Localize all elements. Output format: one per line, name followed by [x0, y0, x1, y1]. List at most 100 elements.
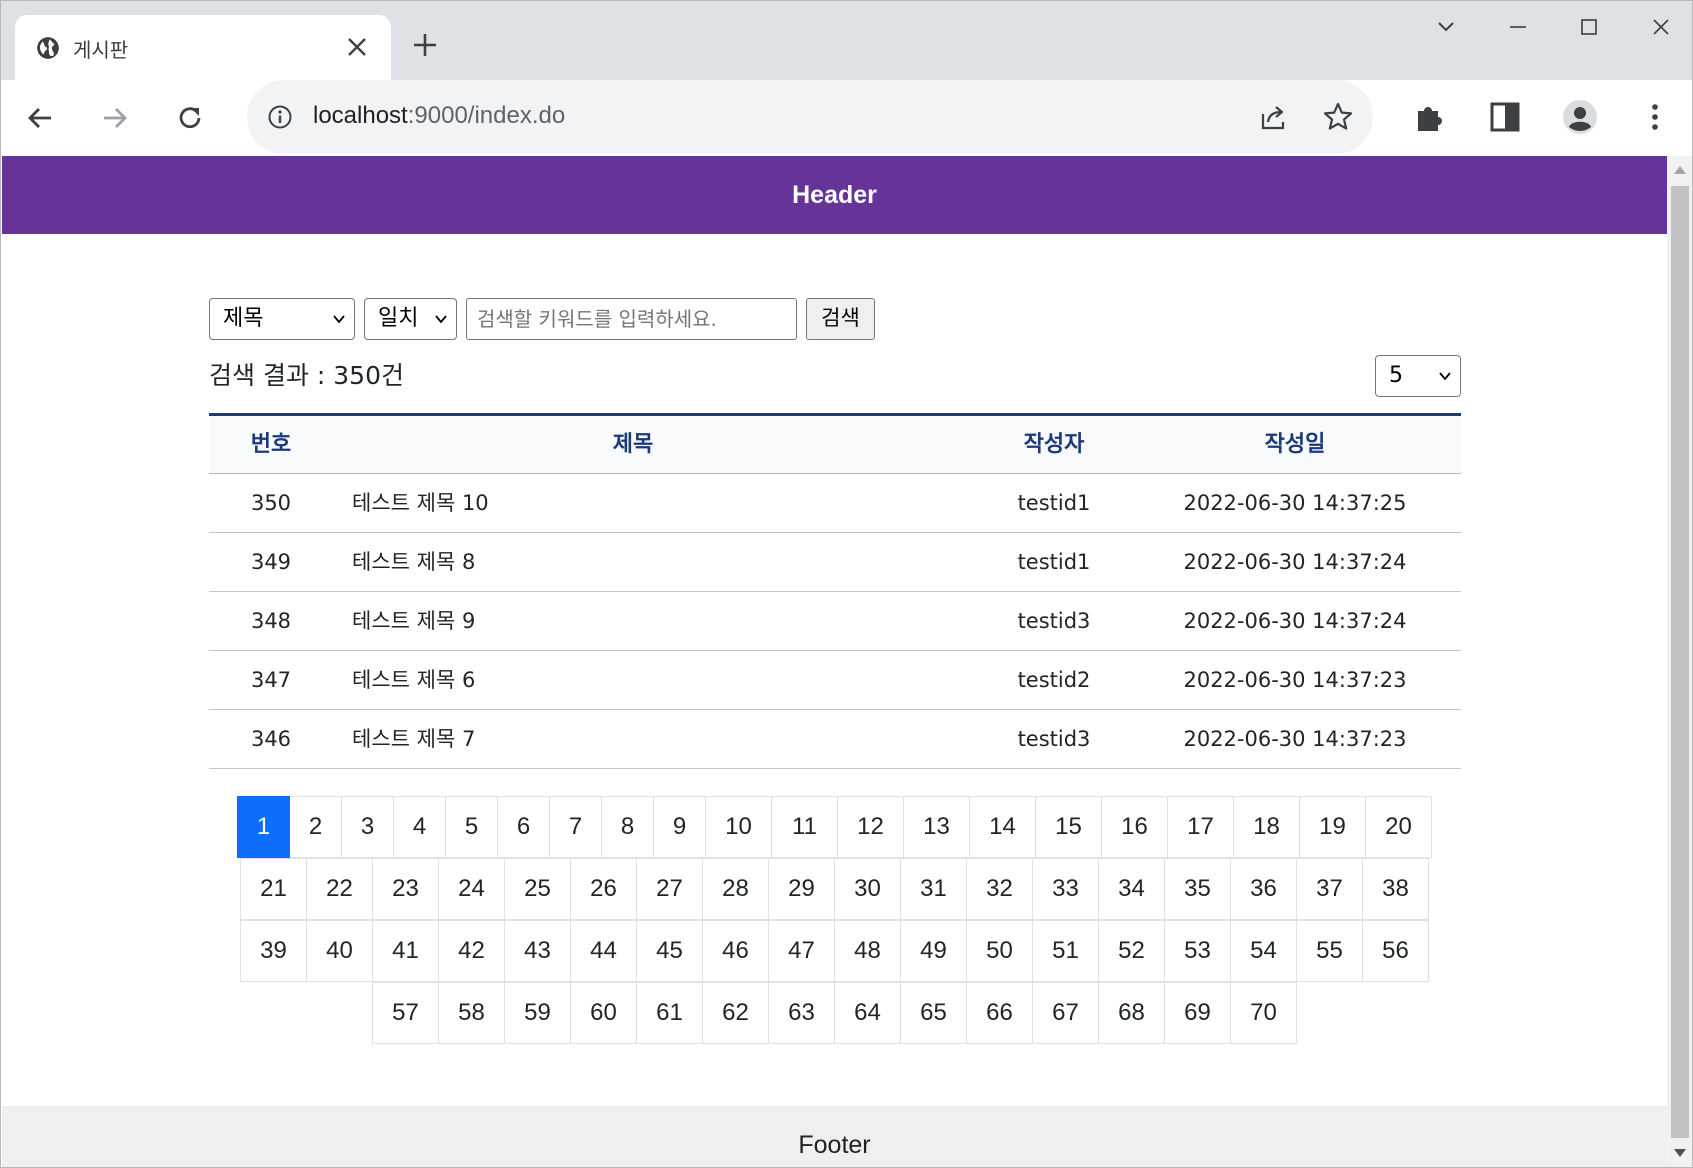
page-link-14[interactable]: 14 [969, 796, 1036, 858]
page-link-29[interactable]: 29 [768, 858, 835, 920]
page-link-3[interactable]: 3 [341, 796, 394, 858]
page-link-61[interactable]: 61 [636, 982, 703, 1044]
reload-icon[interactable] [171, 99, 209, 137]
row-title-link[interactable]: 테스트 제목 6 [352, 651, 952, 709]
page-link-13[interactable]: 13 [903, 796, 970, 858]
row-title-link[interactable]: 테스트 제목 9 [352, 592, 952, 650]
profile-avatar-icon[interactable] [1560, 97, 1600, 137]
new-tab-icon[interactable] [409, 29, 441, 61]
page-link-41[interactable]: 41 [372, 920, 439, 982]
page-link-56[interactable]: 56 [1362, 920, 1429, 982]
maximize-icon[interactable] [1569, 11, 1609, 43]
page-link-36[interactable]: 36 [1230, 858, 1297, 920]
page-link-62[interactable]: 62 [702, 982, 769, 1044]
browser-tab[interactable]: 게시판 [15, 15, 391, 81]
match-type-select[interactable]: 일치 [364, 298, 457, 340]
page-link-27[interactable]: 27 [636, 858, 703, 920]
page-link-52[interactable]: 52 [1098, 920, 1165, 982]
page-link-38[interactable]: 38 [1362, 858, 1429, 920]
page-link-4[interactable]: 4 [393, 796, 446, 858]
scroll-down-arrow-icon[interactable] [1674, 1149, 1686, 1157]
page-link-34[interactable]: 34 [1098, 858, 1165, 920]
page-link-46[interactable]: 46 [702, 920, 769, 982]
page-link-31[interactable]: 31 [900, 858, 967, 920]
page-link-22[interactable]: 22 [306, 858, 373, 920]
page-link-68[interactable]: 68 [1098, 982, 1165, 1044]
page-link-25[interactable]: 25 [504, 858, 571, 920]
page-link-50[interactable]: 50 [966, 920, 1033, 982]
page-link-44[interactable]: 44 [570, 920, 637, 982]
row-title-link[interactable]: 테스트 제목 7 [352, 710, 952, 768]
page-link-17[interactable]: 17 [1167, 796, 1234, 858]
page-link-49[interactable]: 49 [900, 920, 967, 982]
table-row[interactable]: 348 테스트 제목 9 testid3 2022-06-30 14:37:24 [209, 592, 1461, 651]
table-row[interactable]: 347 테스트 제목 6 testid2 2022-06-30 14:37:23 [209, 651, 1461, 710]
page-link-37[interactable]: 37 [1296, 858, 1363, 920]
page-link-40[interactable]: 40 [306, 920, 373, 982]
row-title-link[interactable]: 테스트 제목 8 [352, 533, 952, 591]
page-link-64[interactable]: 64 [834, 982, 901, 1044]
page-link-9[interactable]: 9 [653, 796, 706, 858]
page-link-26[interactable]: 26 [570, 858, 637, 920]
page-link-39[interactable]: 39 [240, 920, 307, 982]
search-field-select[interactable]: 제목 [209, 298, 355, 340]
table-row[interactable]: 346 테스트 제목 7 testid3 2022-06-30 14:37:23 [209, 710, 1461, 769]
page-link-43[interactable]: 43 [504, 920, 571, 982]
page-link-18[interactable]: 18 [1233, 796, 1300, 858]
minimize-icon[interactable] [1498, 11, 1538, 43]
star-icon[interactable] [1321, 100, 1355, 134]
vertical-scrollbar[interactable] [1667, 156, 1692, 1167]
page-link-16[interactable]: 16 [1101, 796, 1168, 858]
page-link-19[interactable]: 19 [1299, 796, 1366, 858]
page-link-28[interactable]: 28 [702, 858, 769, 920]
page-link-54[interactable]: 54 [1230, 920, 1297, 982]
close-icon[interactable] [342, 32, 372, 62]
page-link-67[interactable]: 67 [1032, 982, 1099, 1044]
url-text[interactable]: localhost:9000/index.do [313, 102, 565, 130]
page-link-53[interactable]: 53 [1164, 920, 1231, 982]
page-link-48[interactable]: 48 [834, 920, 901, 982]
back-arrow-icon[interactable] [21, 99, 59, 137]
page-link-59[interactable]: 59 [504, 982, 571, 1044]
page-link-7[interactable]: 7 [549, 796, 602, 858]
page-link-30[interactable]: 30 [834, 858, 901, 920]
page-link-10[interactable]: 10 [705, 796, 772, 858]
scroll-up-arrow-icon[interactable] [1674, 166, 1686, 174]
forward-arrow-icon[interactable] [96, 99, 134, 137]
side-panel-icon[interactable] [1485, 97, 1525, 137]
page-link-65[interactable]: 65 [900, 982, 967, 1044]
page-link-47[interactable]: 47 [768, 920, 835, 982]
page-link-63[interactable]: 63 [768, 982, 835, 1044]
page-link-60[interactable]: 60 [570, 982, 637, 1044]
page-link-1[interactable]: 1 [237, 796, 290, 858]
chevron-down-icon[interactable] [1426, 11, 1466, 43]
address-bar[interactable]: localhost:9000/index.do [247, 80, 1373, 154]
info-icon[interactable] [267, 104, 293, 130]
more-menu-icon[interactable] [1635, 97, 1675, 137]
page-link-55[interactable]: 55 [1296, 920, 1363, 982]
page-link-20[interactable]: 20 [1365, 796, 1432, 858]
page-size-select[interactable]: 5 [1375, 355, 1461, 397]
share-icon[interactable] [1257, 100, 1291, 134]
page-link-6[interactable]: 6 [497, 796, 550, 858]
page-link-51[interactable]: 51 [1032, 920, 1099, 982]
page-link-58[interactable]: 58 [438, 982, 505, 1044]
page-link-70[interactable]: 70 [1230, 982, 1297, 1044]
table-row[interactable]: 349 테스트 제목 8 testid1 2022-06-30 14:37:24 [209, 533, 1461, 592]
page-link-35[interactable]: 35 [1164, 858, 1231, 920]
table-row[interactable]: 350 테스트 제목 10 testid1 2022-06-30 14:37:2… [209, 474, 1461, 533]
page-link-57[interactable]: 57 [372, 982, 439, 1044]
page-link-69[interactable]: 69 [1164, 982, 1231, 1044]
extensions-icon[interactable] [1410, 97, 1450, 137]
search-button[interactable]: 검색 [806, 298, 875, 340]
page-link-8[interactable]: 8 [601, 796, 654, 858]
page-link-5[interactable]: 5 [445, 796, 498, 858]
page-link-15[interactable]: 15 [1035, 796, 1102, 858]
page-link-21[interactable]: 21 [240, 858, 307, 920]
page-link-23[interactable]: 23 [372, 858, 439, 920]
page-link-12[interactable]: 12 [837, 796, 904, 858]
keyword-input[interactable]: 검색할 키워드를 입력하세요. [466, 298, 797, 340]
page-link-32[interactable]: 32 [966, 858, 1033, 920]
page-link-2[interactable]: 2 [289, 796, 342, 858]
page-link-45[interactable]: 45 [636, 920, 703, 982]
